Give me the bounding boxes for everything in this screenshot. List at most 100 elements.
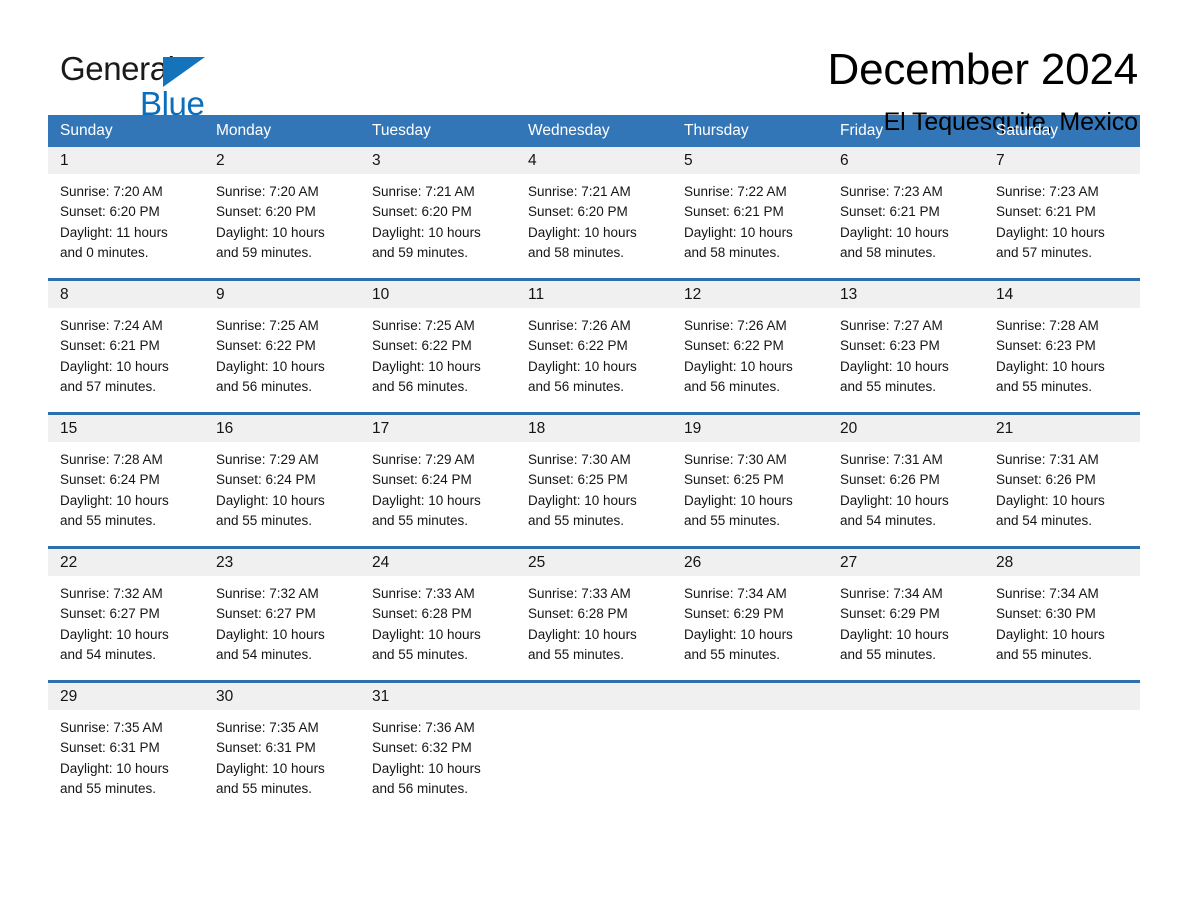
day-number[interactable]: 22 — [48, 549, 204, 576]
day-number[interactable]: 12 — [672, 281, 828, 308]
day-number[interactable]: 31 — [360, 683, 516, 710]
day-number[interactable]: 2 — [204, 147, 360, 174]
day-detail-line: Sunrise: 7:30 AM — [684, 452, 787, 467]
day-detail-line: Daylight: 10 hours — [840, 224, 949, 240]
day-cell[interactable]: Sunrise: 7:26 AM Sunset: 6:22 PM Daylight:… — [516, 308, 672, 412]
day-number[interactable]: 24 — [360, 549, 516, 576]
day-number[interactable]: 1 — [48, 147, 204, 174]
day-cell[interactable]: Sunrise: 7:33 AM Sunset: 6:28 PM Daylight:… — [360, 576, 516, 680]
day-number[interactable]: 11 — [516, 281, 672, 308]
day-cell[interactable]: Sunrise: 7:30 AM Sunset: 6:25 PM Daylight:… — [516, 442, 672, 546]
day-cell[interactable]: Sunrise: 7:30 AM Sunset: 6:25 PM Daylight:… — [672, 442, 828, 546]
day-detail-line: Daylight: 10 hours — [60, 492, 169, 508]
day-detail-line: Daylight: 10 hours — [372, 358, 481, 374]
day-detail-line: Daylight: 10 hours — [216, 626, 325, 642]
day-cell[interactable]: Sunrise: 7:31 AM Sunset: 6:26 PM Daylight:… — [828, 442, 984, 546]
day-cell[interactable]: Sunrise: 7:21 AM Sunset: 6:20 PM Daylight:… — [360, 174, 516, 278]
day-cell[interactable]: Sunrise: 7:33 AM Sunset: 6:28 PM Daylight:… — [516, 576, 672, 680]
day-number[interactable]: 27 — [828, 549, 984, 576]
day-cell[interactable]: Sunrise: 7:27 AM Sunset: 6:23 PM Daylight:… — [828, 308, 984, 412]
day-detail-line: Daylight: 10 hours — [684, 358, 793, 374]
day-detail-line: Sunset: 6:21 PM — [996, 204, 1096, 220]
day-detail-line: Sunrise: 7:21 AM — [372, 184, 475, 199]
day-cell[interactable]: Sunrise: 7:28 AM Sunset: 6:24 PM Daylight:… — [48, 442, 204, 546]
day-cell[interactable]: Sunrise: 7:25 AM Sunset: 6:22 PM Daylight:… — [204, 308, 360, 412]
day-detail-line: and 55 minutes. — [996, 646, 1093, 662]
day-number[interactable]: 10 — [360, 281, 516, 308]
day-detail-line: and 55 minutes. — [840, 378, 937, 394]
day-number[interactable]: 26 — [672, 549, 828, 576]
day-detail-line: and 55 minutes. — [684, 512, 781, 528]
day-cell[interactable]: Sunrise: 7:35 AM Sunset: 6:31 PM Daylight:… — [48, 710, 204, 814]
day-number[interactable]: 3 — [360, 147, 516, 174]
day-number[interactable]: 21 — [984, 415, 1140, 442]
day-cell[interactable]: Sunrise: 7:32 AM Sunset: 6:27 PM Daylight:… — [48, 576, 204, 680]
day-number[interactable]: 17 — [360, 415, 516, 442]
general-blue-logo: General Blue — [60, 44, 240, 122]
day-detail-line: and 56 minutes. — [216, 378, 313, 394]
day-number[interactable]: 9 — [204, 281, 360, 308]
day-number[interactable]: 20 — [828, 415, 984, 442]
day-number[interactable]: 8 — [48, 281, 204, 308]
day-number[interactable]: 23 — [204, 549, 360, 576]
day-cell[interactable]: Sunrise: 7:29 AM Sunset: 6:24 PM Daylight:… — [360, 442, 516, 546]
day-cell[interactable]: Sunrise: 7:23 AM Sunset: 6:21 PM Daylight:… — [984, 174, 1140, 278]
day-cell[interactable]: Sunrise: 7:29 AM Sunset: 6:24 PM Daylight:… — [204, 442, 360, 546]
day-number[interactable]: 7 — [984, 147, 1140, 174]
day-detail-line: Sunrise: 7:32 AM — [216, 586, 319, 601]
day-detail-line: Sunset: 6:31 PM — [216, 740, 316, 756]
day-detail-line: Daylight: 10 hours — [372, 492, 481, 508]
day-detail-line: and 58 minutes. — [840, 244, 937, 260]
day-cell[interactable]: Sunrise: 7:34 AM Sunset: 6:30 PM Daylight:… — [984, 576, 1140, 680]
day-detail-line: and 0 minutes. — [60, 244, 149, 260]
day-cell[interactable]: Sunrise: 7:26 AM Sunset: 6:22 PM Daylight:… — [672, 308, 828, 412]
weekday-header-wednesday: Wednesday — [528, 122, 610, 139]
day-cell[interactable]: Sunrise: 7:35 AM Sunset: 6:31 PM Daylight:… — [204, 710, 360, 814]
day-number[interactable]: 13 — [828, 281, 984, 308]
day-number[interactable]: 30 — [204, 683, 360, 710]
day-detail-line: Sunrise: 7:33 AM — [372, 586, 475, 601]
day-number[interactable]: 4 — [516, 147, 672, 174]
day-detail-line: Daylight: 10 hours — [684, 492, 793, 508]
day-detail-line: Sunset: 6:29 PM — [684, 606, 784, 622]
day-cell[interactable]: Sunrise: 7:32 AM Sunset: 6:27 PM Daylight:… — [204, 576, 360, 680]
day-cell[interactable]: Sunrise: 7:24 AM Sunset: 6:21 PM Daylight:… — [48, 308, 204, 412]
day-detail-line: Sunset: 6:26 PM — [996, 472, 1096, 488]
day-detail-line: Sunset: 6:22 PM — [684, 338, 784, 354]
day-detail-line: and 56 minutes. — [372, 378, 469, 394]
day-cell[interactable]: Sunrise: 7:20 AM Sunset: 6:20 PM Daylight:… — [48, 174, 204, 278]
day-number[interactable]: 16 — [204, 415, 360, 442]
day-detail-line: and 59 minutes. — [372, 244, 469, 260]
empty-day-cell — [828, 710, 984, 814]
day-detail-line: and 55 minutes. — [60, 512, 157, 528]
day-cell[interactable]: Sunrise: 7:28 AM Sunset: 6:23 PM Daylight:… — [984, 308, 1140, 412]
day-number[interactable]: 28 — [984, 549, 1140, 576]
day-number[interactable]: 29 — [48, 683, 204, 710]
day-detail-line: and 56 minutes. — [372, 780, 469, 796]
day-cell[interactable]: Sunrise: 7:34 AM Sunset: 6:29 PM Daylight:… — [672, 576, 828, 680]
day-number[interactable]: 5 — [672, 147, 828, 174]
day-number[interactable]: 15 — [48, 415, 204, 442]
empty-day-number — [984, 683, 1140, 710]
day-detail-line: Sunset: 6:20 PM — [216, 204, 316, 220]
day-number[interactable]: 6 — [828, 147, 984, 174]
day-cell[interactable]: Sunrise: 7:25 AM Sunset: 6:22 PM Daylight:… — [360, 308, 516, 412]
day-cell[interactable]: Sunrise: 7:22 AM Sunset: 6:21 PM Daylight:… — [672, 174, 828, 278]
day-cell[interactable]: Sunrise: 7:21 AM Sunset: 6:20 PM Daylight:… — [516, 174, 672, 278]
day-cell[interactable]: Sunrise: 7:23 AM Sunset: 6:21 PM Daylight:… — [828, 174, 984, 278]
day-detail-line: and 55 minutes. — [528, 646, 625, 662]
day-number[interactable]: 18 — [516, 415, 672, 442]
calendar-week-row: 22 23 24 25 26 27 28 Sunrise: 7:32 AM Sunset: 6:… — [48, 546, 1140, 680]
day-number[interactable]: 25 — [516, 549, 672, 576]
day-number[interactable]: 19 — [672, 415, 828, 442]
day-cell[interactable]: Sunrise: 7:20 AM Sunset: 6:20 PM Daylight:… — [204, 174, 360, 278]
day-detail-line: Sunrise: 7:26 AM — [528, 318, 631, 333]
day-detail-line: and 54 minutes. — [840, 512, 937, 528]
day-cell[interactable]: Sunrise: 7:31 AM Sunset: 6:26 PM Daylight:… — [984, 442, 1140, 546]
day-detail-line: Daylight: 10 hours — [216, 760, 325, 776]
day-cell[interactable]: Sunrise: 7:34 AM Sunset: 6:29 PM Daylight:… — [828, 576, 984, 680]
day-number[interactable]: 14 — [984, 281, 1140, 308]
day-cell[interactable]: Sunrise: 7:36 AM Sunset: 6:32 PM Daylight:… — [360, 710, 516, 814]
day-detail-line: Daylight: 10 hours — [372, 224, 481, 240]
day-detail-line: and 56 minutes. — [684, 378, 781, 394]
